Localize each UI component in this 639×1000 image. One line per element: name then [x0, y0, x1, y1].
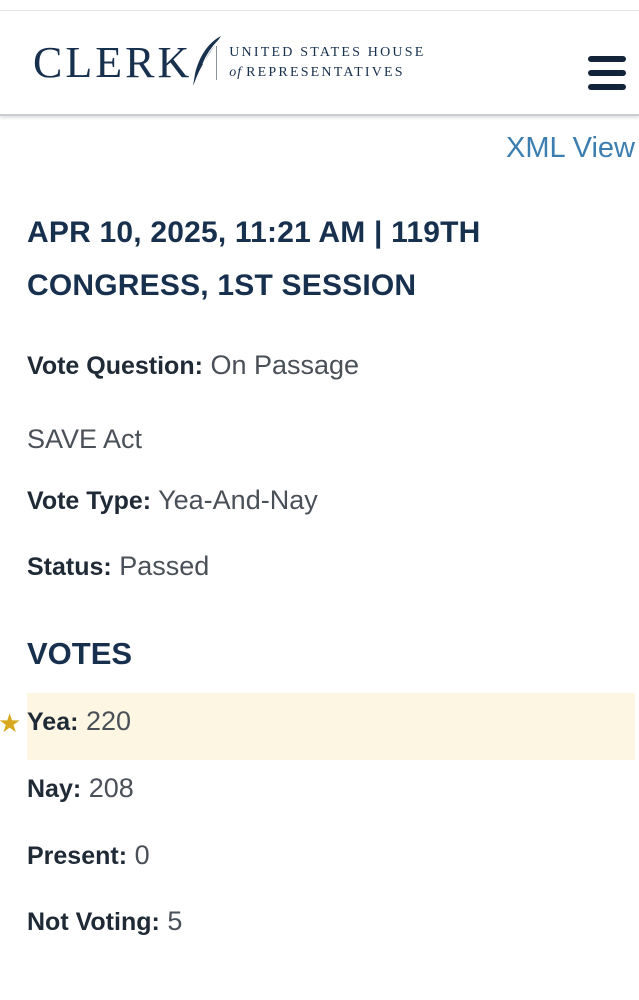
menu-bar — [588, 84, 626, 90]
yea-row: Yea: 220 — [27, 706, 131, 737]
nay-label: Nay: — [27, 775, 82, 803]
clerk-logo[interactable]: CLERK UNITED STATES HOUSE of REPRESENTATI… — [33, 36, 425, 88]
logo-representatives: REPRESENTATIVES — [246, 65, 405, 80]
menu-bar — [588, 70, 626, 76]
nay-row: Nay: 208 — [27, 773, 134, 804]
logo-of: of — [229, 65, 243, 80]
votes-heading: VOTES — [27, 636, 133, 671]
vote-type-row: Vote Type: Yea-And-Nay — [27, 485, 318, 516]
menu-bar — [588, 56, 626, 62]
page: CLERK UNITED STATES HOUSE of REPRESENTATI… — [0, 0, 639, 1000]
not-voting-row: Not Voting: 5 — [27, 906, 182, 937]
present-row: Present: 0 — [27, 840, 150, 871]
present-label: Present: — [27, 842, 128, 870]
present-value: 0 — [134, 840, 150, 870]
yea-label: Yea: — [27, 708, 79, 736]
logo-line-1: UNITED STATES HOUSE — [229, 45, 426, 60]
nay-value: 208 — [88, 773, 134, 803]
status-row: Status: Passed — [27, 551, 209, 582]
logo-wordmark: CLERK — [33, 38, 193, 87]
yea-value: 220 — [85, 706, 132, 736]
hamburger-menu-icon[interactable] — [588, 56, 628, 92]
not-voting-label: Not Voting: — [27, 908, 160, 936]
bill-title: SAVE Act — [27, 424, 142, 455]
quill-icon — [193, 36, 221, 86]
top-divider — [0, 10, 639, 11]
vote-question-value: On Passage — [210, 350, 360, 380]
star-icon: ★ — [0, 708, 22, 738]
status-label: Status: — [27, 553, 112, 581]
not-voting-value: 5 — [167, 906, 183, 936]
logo-subtitle: UNITED STATES HOUSE of REPRESENTATIVES — [229, 43, 425, 83]
vote-question-label: Vote Question: — [27, 352, 203, 380]
logo-line-2: of REPRESENTATIVES — [229, 63, 425, 83]
vote-type-label: Vote Type: — [27, 487, 152, 515]
bill-title-text: SAVE Act — [27, 424, 143, 454]
status-value: Passed — [119, 551, 210, 581]
vote-title: APR 10, 2025, 11:21 AM | 119TH CONGRESS,… — [27, 216, 481, 302]
vote-type-value: Yea-And-Nay — [158, 485, 318, 515]
site-header: CLERK UNITED STATES HOUSE of REPRESENTATI… — [0, 12, 639, 116]
xml-view-link[interactable]: XML View — [506, 132, 635, 165]
vote-question-row: Vote Question: On Passage — [27, 350, 359, 381]
